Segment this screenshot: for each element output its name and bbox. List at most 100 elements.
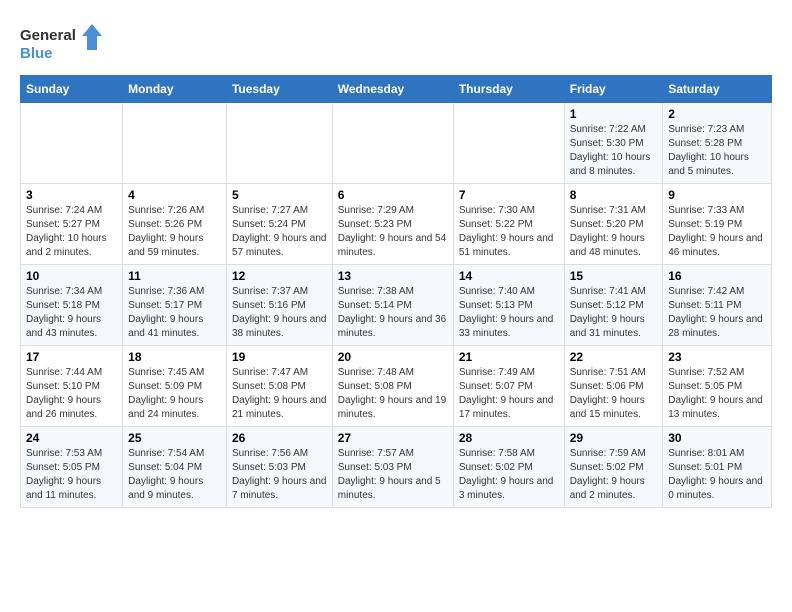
calendar-cell: 2 Sunrise: 7:23 AM Sunset: 5:28 PM Daylig… [663,103,772,184]
calendar-cell: 16 Sunrise: 7:42 AM Sunset: 5:11 PM Dayli… [663,265,772,346]
weekday-header-tuesday: Tuesday [226,76,332,103]
day-number: 10 [26,269,117,283]
day-detail: Sunrise: 7:23 AM Sunset: 5:28 PM Dayligh… [668,123,766,179]
day-number: 19 [232,350,327,364]
day-number: 7 [459,188,559,202]
day-number: 30 [668,431,766,445]
day-detail: Sunrise: 7:31 AM Sunset: 5:20 PM Dayligh… [570,204,658,260]
day-detail: Sunrise: 7:56 AM Sunset: 5:03 PM Dayligh… [232,447,327,503]
day-detail: Sunrise: 7:30 AM Sunset: 5:22 PM Dayligh… [459,204,559,260]
calendar-cell: 20 Sunrise: 7:48 AM Sunset: 5:08 PM Dayli… [332,346,453,427]
calendar-cell [332,103,453,184]
day-number: 18 [128,350,221,364]
day-number: 5 [232,188,327,202]
calendar-cell: 23 Sunrise: 7:52 AM Sunset: 5:05 PM Dayli… [663,346,772,427]
day-number: 6 [338,188,448,202]
logo: General Blue [20,20,110,65]
day-detail: Sunrise: 7:59 AM Sunset: 5:02 PM Dayligh… [570,447,658,503]
calendar-cell: 17 Sunrise: 7:44 AM Sunset: 5:10 PM Dayli… [21,346,123,427]
calendar-cell: 11 Sunrise: 7:36 AM Sunset: 5:17 PM Dayli… [123,265,227,346]
calendar-cell: 29 Sunrise: 7:59 AM Sunset: 5:02 PM Dayli… [564,427,663,508]
day-detail: Sunrise: 7:36 AM Sunset: 5:17 PM Dayligh… [128,285,221,341]
calendar-cell: 24 Sunrise: 7:53 AM Sunset: 5:05 PM Dayli… [21,427,123,508]
day-detail: Sunrise: 7:26 AM Sunset: 5:26 PM Dayligh… [128,204,221,260]
day-number: 27 [338,431,448,445]
week-row-2: 3 Sunrise: 7:24 AM Sunset: 5:27 PM Daylig… [21,184,772,265]
day-detail: Sunrise: 7:53 AM Sunset: 5:05 PM Dayligh… [26,447,117,503]
calendar-cell: 13Sunrise: 7:38 AM Sunset: 5:14 PM Dayli… [332,265,453,346]
day-number: 8 [570,188,658,202]
calendar-cell: 26 Sunrise: 7:56 AM Sunset: 5:03 PM Dayli… [226,427,332,508]
day-number: 11 [128,269,221,283]
day-detail: Sunrise: 7:48 AM Sunset: 5:08 PM Dayligh… [338,366,448,422]
day-detail: Sunrise: 7:29 AM Sunset: 5:23 PM Dayligh… [338,204,448,260]
day-detail: Sunrise: 7:52 AM Sunset: 5:05 PM Dayligh… [668,366,766,422]
day-number: 20 [338,350,448,364]
day-number: 9 [668,188,766,202]
day-number: 28 [459,431,559,445]
weekday-header-sunday: Sunday [21,76,123,103]
calendar-cell: 22Sunrise: 7:51 AM Sunset: 5:06 PM Dayli… [564,346,663,427]
day-detail: Sunrise: 7:45 AM Sunset: 5:09 PM Dayligh… [128,366,221,422]
day-detail: Sunrise: 7:40 AM Sunset: 5:13 PM Dayligh… [459,285,559,341]
week-row-4: 17 Sunrise: 7:44 AM Sunset: 5:10 PM Dayli… [21,346,772,427]
calendar-cell: 14 Sunrise: 7:40 AM Sunset: 5:13 PM Dayli… [453,265,564,346]
day-detail: Sunrise: 7:58 AM Sunset: 5:02 PM Dayligh… [459,447,559,503]
day-number: 14 [459,269,559,283]
header: General Blue [20,20,772,65]
day-number: 2 [668,107,766,121]
day-number: 1 [570,107,658,121]
day-number: 17 [26,350,117,364]
calendar-cell [226,103,332,184]
weekday-header-monday: Monday [123,76,227,103]
calendar-cell: 27Sunrise: 7:57 AM Sunset: 5:03 PM Dayli… [332,427,453,508]
day-number: 13 [338,269,448,283]
day-detail: Sunrise: 7:22 AM Sunset: 5:30 PM Dayligh… [570,123,658,179]
weekday-header-thursday: Thursday [453,76,564,103]
day-detail: Sunrise: 7:54 AM Sunset: 5:04 PM Dayligh… [128,447,221,503]
calendar-table: SundayMondayTuesdayWednesdayThursdayFrid… [20,75,772,508]
day-number: 12 [232,269,327,283]
day-detail: Sunrise: 7:24 AM Sunset: 5:27 PM Dayligh… [26,204,117,260]
weekday-header-row: SundayMondayTuesdayWednesdayThursdayFrid… [21,76,772,103]
svg-text:General: General [20,27,76,44]
calendar-cell: 15 Sunrise: 7:41 AM Sunset: 5:12 PM Dayli… [564,265,663,346]
weekday-header-saturday: Saturday [663,76,772,103]
calendar-cell: 3 Sunrise: 7:24 AM Sunset: 5:27 PM Daylig… [21,184,123,265]
calendar-body: 1 Sunrise: 7:22 AM Sunset: 5:30 PM Daylig… [21,103,772,508]
day-detail: Sunrise: 8:01 AM Sunset: 5:01 PM Dayligh… [668,447,766,503]
calendar-cell: 12 Sunrise: 7:37 AM Sunset: 5:16 PM Dayli… [226,265,332,346]
calendar-cell [453,103,564,184]
day-detail: Sunrise: 7:49 AM Sunset: 5:07 PM Dayligh… [459,366,559,422]
calendar-cell: 4 Sunrise: 7:26 AM Sunset: 5:26 PM Daylig… [123,184,227,265]
day-detail: Sunrise: 7:37 AM Sunset: 5:16 PM Dayligh… [232,285,327,341]
calendar-cell: 18 Sunrise: 7:45 AM Sunset: 5:09 PM Dayli… [123,346,227,427]
calendar-cell: 19 Sunrise: 7:47 AM Sunset: 5:08 PM Dayli… [226,346,332,427]
week-row-5: 24 Sunrise: 7:53 AM Sunset: 5:05 PM Dayli… [21,427,772,508]
day-detail: Sunrise: 7:44 AM Sunset: 5:10 PM Dayligh… [26,366,117,422]
day-number: 29 [570,431,658,445]
calendar-cell: 1 Sunrise: 7:22 AM Sunset: 5:30 PM Daylig… [564,103,663,184]
calendar-cell: 7 Sunrise: 7:30 AM Sunset: 5:22 PM Daylig… [453,184,564,265]
week-row-1: 1 Sunrise: 7:22 AM Sunset: 5:30 PM Daylig… [21,103,772,184]
day-number: 26 [232,431,327,445]
svg-text:Blue: Blue [20,45,53,62]
day-number: 22 [570,350,658,364]
day-detail: Sunrise: 7:41 AM Sunset: 5:12 PM Dayligh… [570,285,658,341]
calendar-cell [123,103,227,184]
day-number: 23 [668,350,766,364]
day-number: 15 [570,269,658,283]
day-number: 4 [128,188,221,202]
calendar-cell [21,103,123,184]
calendar-cell: 8 Sunrise: 7:31 AM Sunset: 5:20 PM Daylig… [564,184,663,265]
logo-svg: General Blue [20,20,110,65]
day-number: 24 [26,431,117,445]
day-number: 16 [668,269,766,283]
day-number: 3 [26,188,117,202]
calendar-cell: 5Sunrise: 7:27 AM Sunset: 5:24 PM Daylig… [226,184,332,265]
weekday-header-friday: Friday [564,76,663,103]
day-detail: Sunrise: 7:47 AM Sunset: 5:08 PM Dayligh… [232,366,327,422]
calendar-cell: 6 Sunrise: 7:29 AM Sunset: 5:23 PM Daylig… [332,184,453,265]
day-detail: Sunrise: 7:42 AM Sunset: 5:11 PM Dayligh… [668,285,766,341]
calendar-cell: 28 Sunrise: 7:58 AM Sunset: 5:02 PM Dayli… [453,427,564,508]
